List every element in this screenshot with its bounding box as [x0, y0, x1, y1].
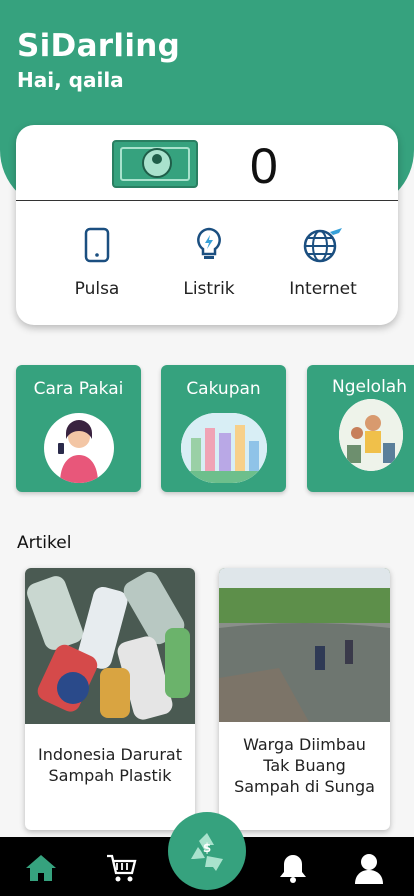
category-ngelolah[interactable]: Ngelolah — [307, 365, 414, 492]
category-cara-pakai[interactable]: Cara Pakai — [16, 365, 141, 492]
service-label: Internet — [289, 279, 357, 299]
recycle-icon: $ — [185, 829, 229, 873]
waste-sorting-illustration — [339, 399, 403, 471]
article-card[interactable]: Warga Diimbau Tak Buang Sampah di Sunga — [219, 568, 390, 830]
cart-icon[interactable] — [104, 851, 138, 885]
category-cakupan[interactable]: Cakupan — [161, 365, 286, 492]
lightbulb-icon — [154, 225, 264, 265]
articles-section-title: Artikel — [17, 533, 72, 553]
article-image-river — [219, 568, 390, 722]
phone-icon — [42, 225, 152, 265]
category-label: Cara Pakai — [33, 379, 124, 399]
city-illustration — [181, 413, 267, 483]
article-title: Indonesia Darurat Sampah Plastik — [38, 745, 182, 785]
service-label: Listrik — [183, 279, 235, 299]
category-label: Cakupan — [186, 379, 261, 399]
balance-card: 0 Pulsa Listrik Internet — [16, 125, 398, 325]
service-listrik[interactable]: Listrik — [154, 225, 264, 299]
balance-value: 0 — [250, 138, 278, 194]
divider — [16, 200, 398, 201]
service-internet[interactable]: Internet — [268, 225, 378, 299]
home-icon[interactable] — [24, 851, 58, 885]
fab-symbol: $ — [202, 841, 212, 855]
article-title: Warga Diimbau Tak Buang Sampah di Sunga — [234, 735, 375, 796]
article-image-plastic-bottles — [25, 568, 195, 724]
service-pulsa[interactable]: Pulsa — [42, 225, 152, 299]
bell-icon[interactable] — [276, 851, 310, 885]
article-card[interactable]: Indonesia Darurat Sampah Plastik — [25, 568, 195, 830]
person-phone-illustration — [44, 413, 114, 483]
money-bill-icon — [112, 140, 198, 188]
service-label: Pulsa — [74, 279, 120, 299]
user-icon[interactable] — [352, 851, 386, 885]
app-title: SiDarling — [17, 28, 181, 64]
globe-plane-icon — [268, 225, 378, 265]
greeting: Hai, qaila — [17, 68, 124, 92]
recycle-button[interactable]: $ — [168, 812, 246, 890]
category-label: Ngelolah — [331, 377, 407, 397]
